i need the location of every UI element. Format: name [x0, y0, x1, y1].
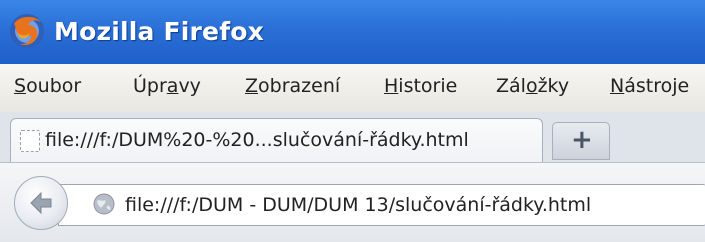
blank-page-icon [20, 130, 40, 152]
url-text: file:///f:/DUM - DUM/DUM 13/slučování-řá… [125, 194, 592, 216]
tab-active[interactable]: file:///f:/DUM%20-%20...slučování-řádky.… [10, 118, 543, 163]
navigation-bar: file:///f:/DUM - DUM/DUM 13/slučování-řá… [0, 162, 705, 242]
back-arrow-icon [30, 191, 52, 215]
menu-item-nastroje[interactable]: Nástroje [610, 75, 689, 97]
tab-title: file:///f:/DUM%20-%20...slučování-řádky.… [45, 129, 469, 151]
title-bar: Mozilla Firefox [0, 0, 705, 64]
back-button[interactable] [14, 176, 68, 230]
menu-item-upravy[interactable]: Úpravy [133, 75, 201, 97]
menu-item-zalozky[interactable]: Záložky [496, 75, 569, 97]
plus-icon: + [571, 125, 593, 155]
menu-bar: Soubor Úpravy Zobrazení Historie Záložky… [0, 64, 705, 113]
url-bar[interactable]: file:///f:/DUM - DUM/DUM 13/slučování-řá… [58, 184, 705, 226]
new-tab-button[interactable]: + [552, 122, 610, 160]
menu-item-soubor[interactable]: Soubor [14, 75, 81, 97]
globe-icon [93, 193, 115, 215]
tab-strip: file:///f:/DUM%20-%20...slučování-řádky.… [0, 112, 705, 163]
window-title: Mozilla Firefox [54, 17, 264, 46]
menu-item-historie[interactable]: Historie [384, 75, 457, 97]
menu-item-zobrazeni[interactable]: Zobrazení [245, 75, 340, 97]
firefox-logo-icon [10, 14, 44, 48]
